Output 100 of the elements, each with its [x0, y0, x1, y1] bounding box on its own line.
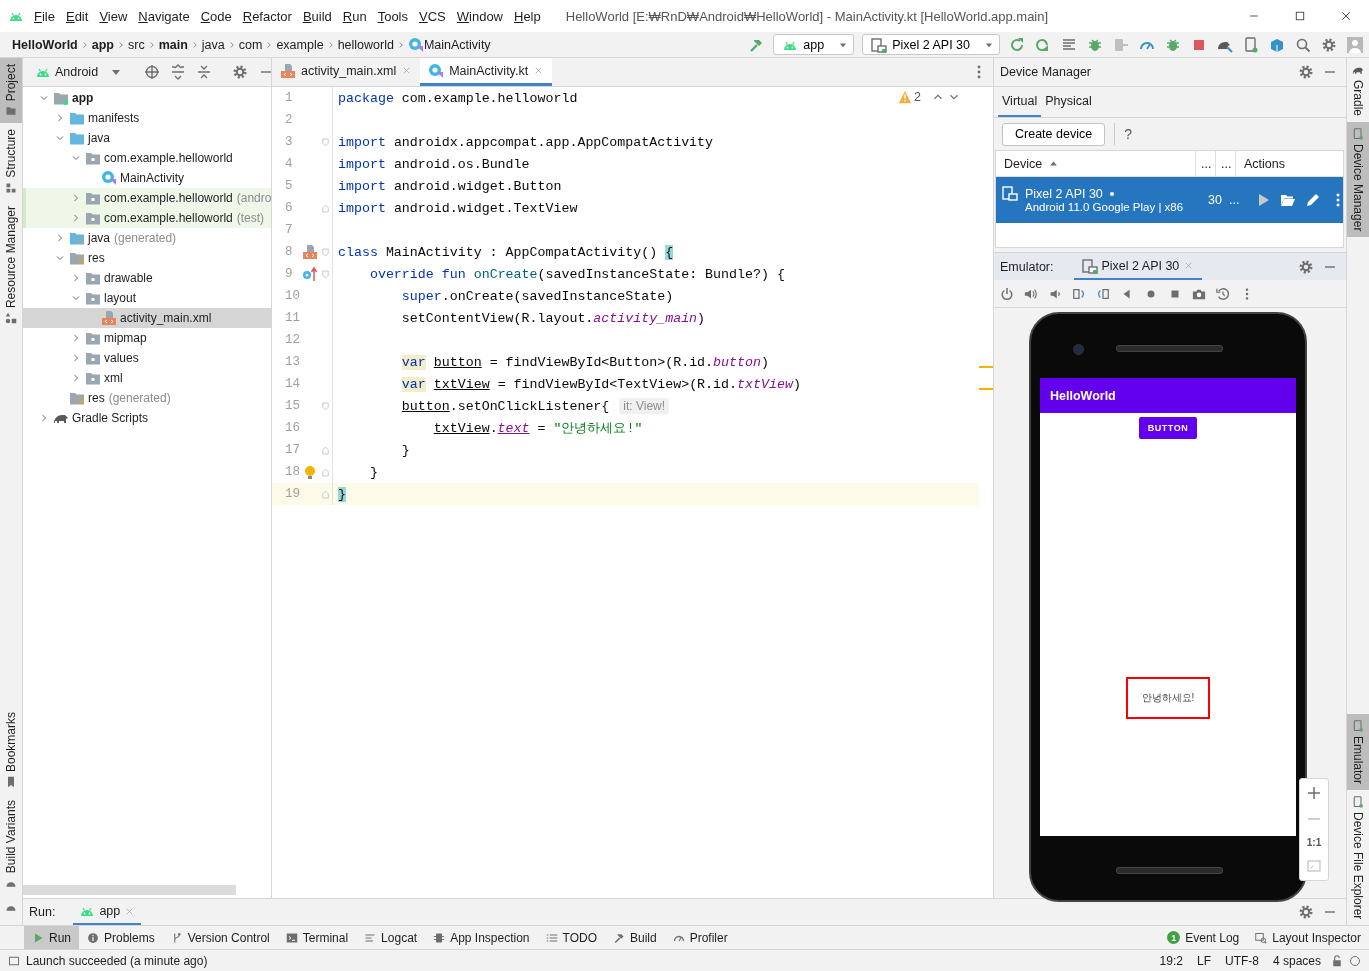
editor-tab[interactable]: MainActivity.kt [420, 58, 553, 86]
breadcrumb-item[interactable]: example [276, 37, 324, 52]
tool-window-button[interactable]: Device File Explorer [1347, 789, 1369, 925]
settings-icon[interactable] [1321, 36, 1337, 53]
status-item[interactable]: 19:2 [1159, 953, 1183, 968]
breadcrumb-item[interactable]: main [158, 37, 188, 52]
tool-window-button[interactable]: Terminal [277, 926, 357, 949]
create-device-button[interactable]: Create device [1002, 122, 1106, 146]
warning-marker[interactable] [979, 388, 993, 390]
warning-icon[interactable] [898, 90, 913, 104]
tool-window-button[interactable]: Run [24, 926, 79, 949]
fold-icon[interactable] [320, 488, 331, 500]
menu-item[interactable]: Navigate [138, 8, 190, 24]
device-dropdown[interactable]: Pixel 2 API 30 [862, 34, 1000, 55]
collapse-all-icon[interactable] [196, 64, 213, 80]
tool-window-button[interactable]: Structure [0, 123, 22, 201]
lock-icon[interactable] [1331, 954, 1343, 967]
attach-icon[interactable] [1113, 36, 1129, 53]
tree-item[interactable]: java [23, 128, 271, 148]
tool-window-button[interactable]: Problems [79, 926, 163, 949]
tree-item[interactable]: MainActivity [23, 168, 271, 188]
tree-item[interactable]: layout [23, 288, 271, 308]
settings-icon[interactable] [1298, 258, 1314, 275]
tree-item[interactable]: xml [23, 368, 271, 388]
menu-item[interactable]: File [34, 8, 55, 24]
tab[interactable]: Physical [1041, 87, 1096, 117]
tree-item[interactable]: com.example.helloworld [23, 148, 271, 168]
warning-count[interactable]: 2 [914, 90, 921, 104]
tree-item[interactable]: app [23, 88, 271, 108]
tree-item[interactable]: manifests [23, 108, 271, 128]
power-icon[interactable] [1000, 286, 1014, 301]
tool-window-button[interactable]: Bookmarks [0, 705, 22, 794]
breadcrumb-item[interactable]: java [201, 37, 225, 52]
tree-item[interactable]: mipmap [23, 328, 271, 348]
close-icon[interactable] [1340, 10, 1352, 22]
menu-item[interactable]: Build [302, 8, 332, 24]
fit-screen-icon[interactable] [1306, 858, 1322, 874]
tree-item[interactable]: com.example.helloworld (test) [23, 208, 271, 228]
menu-item[interactable]: View [99, 8, 128, 24]
run-configuration-dropdown[interactable]: app [773, 34, 855, 55]
folder-icon[interactable] [1280, 192, 1296, 208]
menu-item[interactable]: Refactor [242, 8, 292, 24]
status-item[interactable]: LF [1196, 953, 1211, 968]
settings-icon[interactable] [232, 64, 249, 80]
override-icon[interactable] [302, 266, 318, 282]
crosshair-icon[interactable] [144, 64, 161, 80]
tree-item[interactable]: com.example.helloworld (andro [23, 188, 271, 208]
tree-item[interactable]: drawable [23, 268, 271, 288]
app-button[interactable]: BUTTON [1139, 417, 1197, 439]
tool-window-button[interactable]: Logcat [356, 926, 426, 949]
menu-item[interactable]: Run [342, 8, 367, 24]
scrollbar[interactable] [23, 885, 236, 895]
lightbulb-icon[interactable] [302, 464, 318, 480]
tool-window-button[interactable]: 1 Event Log [1159, 926, 1248, 949]
expand-all-icon[interactable] [170, 64, 187, 80]
settings-icon[interactable] [1298, 64, 1314, 80]
tree-item[interactable]: values [23, 348, 271, 368]
run-tab[interactable]: app [73, 899, 142, 925]
fold-icon[interactable] [320, 268, 331, 280]
sdk-manager-icon[interactable] [1269, 36, 1285, 53]
breadcrumb-item[interactable]: app [91, 37, 114, 52]
breadcrumb-item[interactable]: helloworld [337, 37, 394, 52]
tool-window-button[interactable]: Emulator [1347, 713, 1369, 790]
device-manager-icon[interactable] [1243, 36, 1259, 53]
fold-icon[interactable] [320, 202, 331, 214]
search-icon[interactable] [1295, 36, 1311, 53]
zoom-in-icon[interactable] [1306, 785, 1322, 801]
maximize-icon[interactable] [1294, 10, 1306, 22]
tool-window-button[interactable]: Device Manager [1347, 122, 1369, 238]
rerun-icon[interactable] [1009, 36, 1025, 53]
tool-window-button[interactable]: Project [0, 58, 22, 124]
menu-item[interactable]: Help [514, 8, 541, 24]
breadcrumb-item[interactable]: HelloWorld [12, 37, 78, 52]
snapshot-icon[interactable] [1216, 286, 1230, 301]
editor-tab[interactable]: activity_main.xml [272, 58, 421, 86]
menu-item[interactable]: VCS [419, 8, 446, 24]
status-item[interactable]: 4 spaces [1272, 953, 1321, 968]
tool-window-button[interactable]: App Inspection [425, 926, 538, 949]
help-button[interactable]: ? [1124, 126, 1132, 142]
status-item[interactable]: UTF-8 [1224, 953, 1259, 968]
tool-window-button[interactable]: Build Variants [0, 793, 22, 895]
actual-size-button[interactable]: 1:1 [1306, 837, 1322, 848]
fold-icon[interactable] [320, 136, 331, 148]
project-view-dropdown[interactable]: Android [55, 65, 99, 79]
apply-changes-icon[interactable] [1035, 36, 1051, 53]
frame-icon[interactable] [8, 954, 20, 967]
column-header[interactable]: ... [1216, 151, 1236, 176]
tree-item[interactable]: activity_main.xml [23, 308, 271, 328]
circle-icon[interactable] [1349, 954, 1361, 967]
tool-window-button[interactable]: Layout Inspector [1247, 926, 1369, 949]
column-header[interactable]: Actions [1236, 151, 1285, 176]
tool-window-button[interactable]: Profiler [664, 926, 736, 949]
apply-code-icon[interactable] [1061, 36, 1077, 53]
fold-icon[interactable] [320, 444, 331, 456]
menu-item[interactable]: Tools [377, 8, 408, 24]
avatar-icon[interactable] [1347, 36, 1363, 53]
menu-item[interactable]: Edit [65, 8, 89, 24]
layout-file-icon[interactable] [302, 244, 318, 260]
tool-window-button[interactable]: Resource Manager [0, 200, 22, 331]
fold-icon[interactable] [320, 466, 331, 478]
